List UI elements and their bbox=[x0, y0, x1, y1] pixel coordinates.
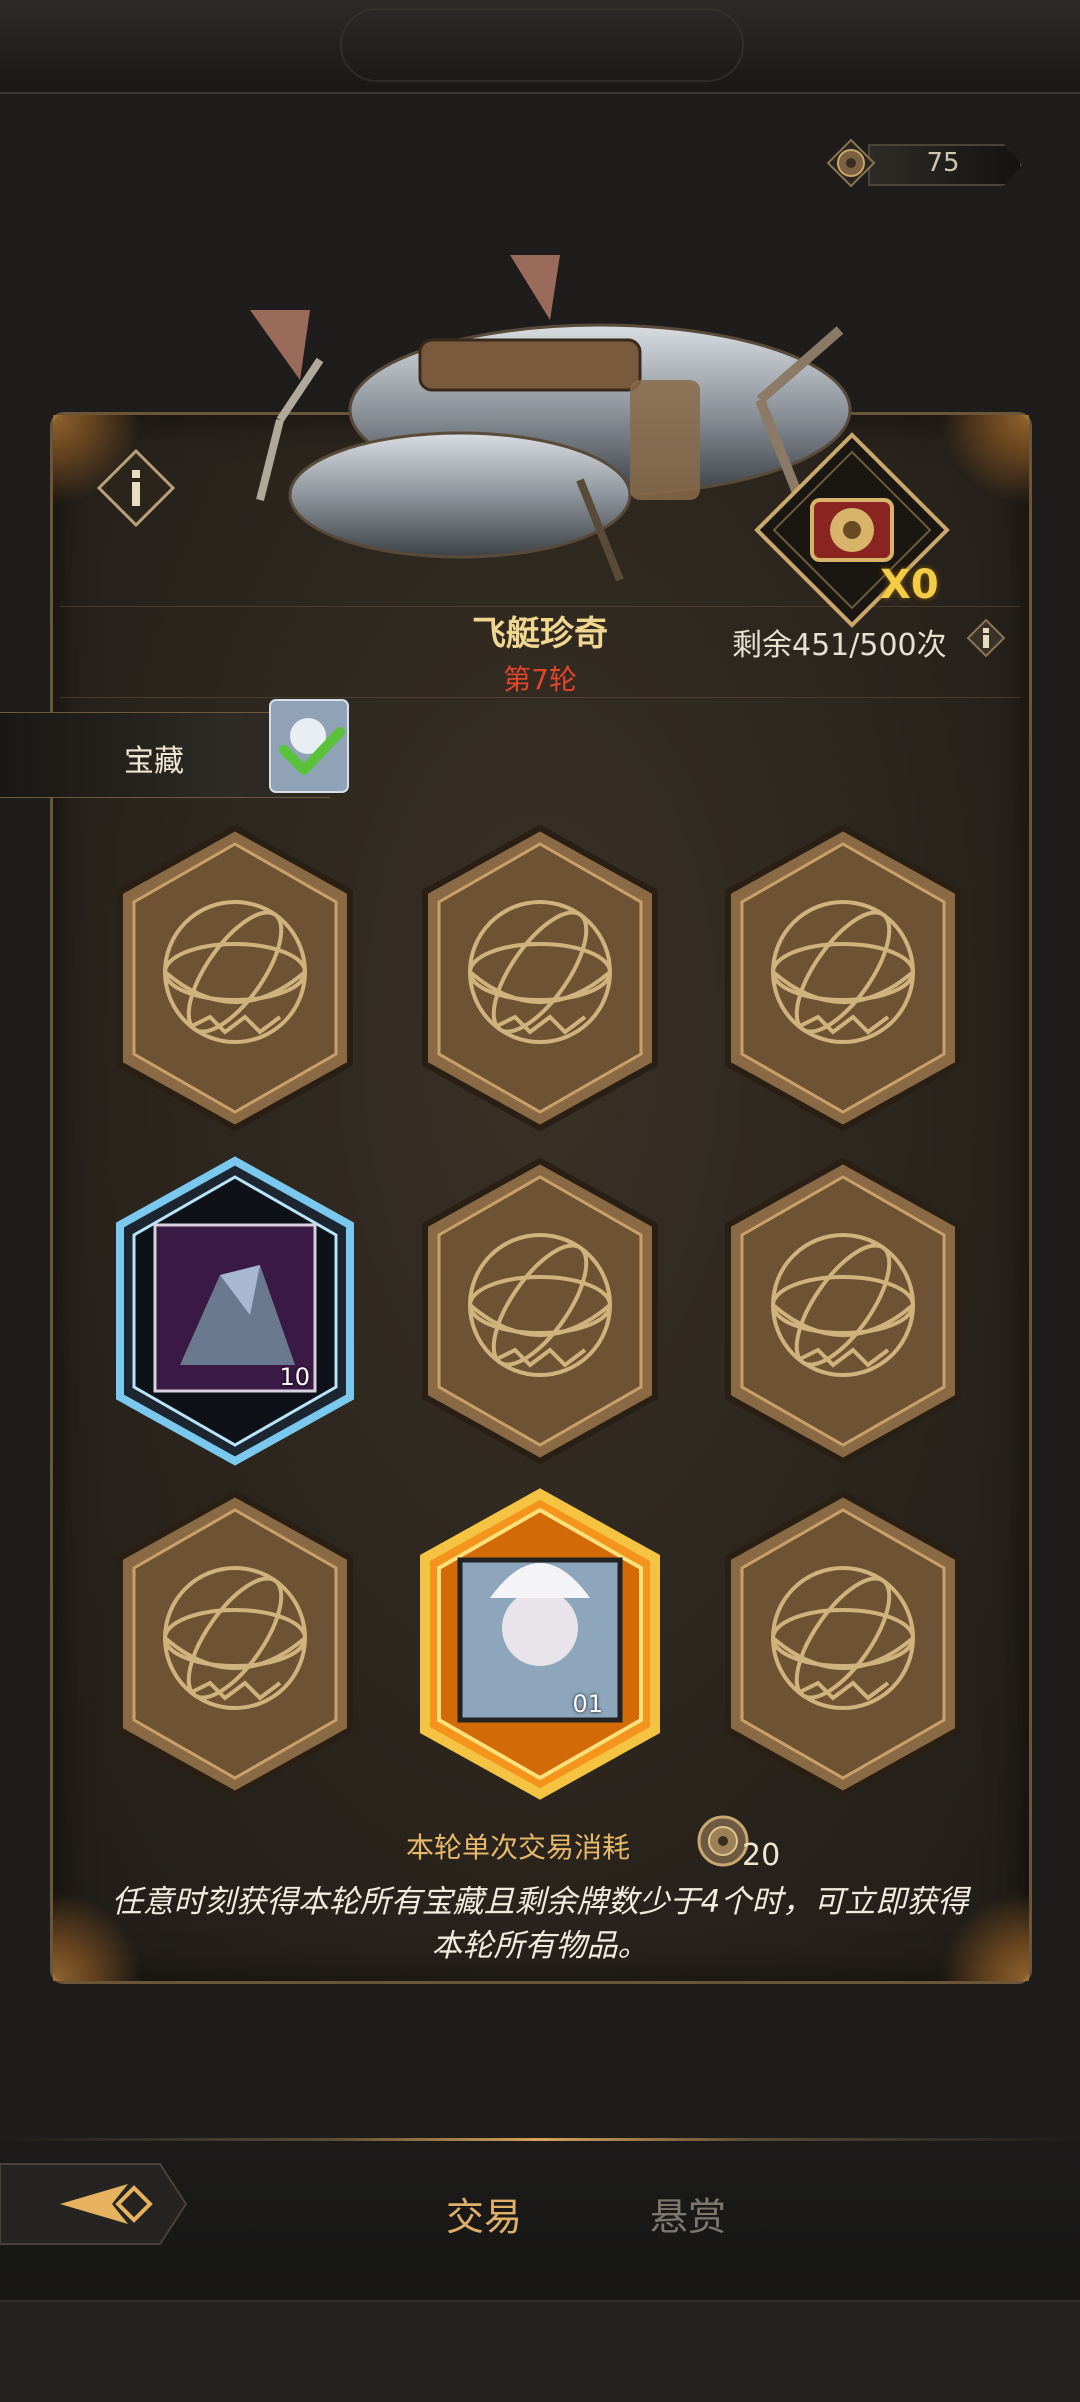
top-ornament bbox=[340, 8, 744, 82]
treasure-collected-icon bbox=[269, 699, 349, 793]
top-bar bbox=[0, 0, 1080, 94]
item-quantity: 01 bbox=[572, 1690, 603, 1718]
remaining-info-icon[interactable] bbox=[966, 618, 1006, 658]
nav-divider bbox=[0, 2138, 1080, 2141]
cost-value: 20 bbox=[742, 1838, 781, 1873]
nav-tab-trade[interactable]: 交易 bbox=[446, 2186, 522, 2241]
remaining-attempts: 剩余451/500次 bbox=[732, 628, 947, 663]
card-hidden[interactable] bbox=[415, 822, 665, 1134]
card-hidden[interactable] bbox=[718, 1488, 968, 1800]
card-hidden[interactable] bbox=[718, 1155, 968, 1467]
treasure-tab-label: 宝藏 bbox=[124, 744, 184, 779]
card-hidden[interactable] bbox=[110, 1488, 360, 1800]
card-revealed-treasure: 01 bbox=[415, 1488, 665, 1800]
card-hidden[interactable] bbox=[110, 822, 360, 1134]
info-icon[interactable] bbox=[96, 448, 176, 528]
back-button[interactable] bbox=[0, 2158, 190, 2250]
item-quantity: 10 bbox=[279, 1363, 310, 1391]
currency-display[interactable]: 75 bbox=[826, 138, 1026, 188]
rule-description: 任意时刻获得本轮所有宝藏且剩余牌数少于4个时，可立即获得本轮所有物品。 bbox=[111, 1884, 969, 1964]
round-label: 第7轮 bbox=[503, 663, 577, 696]
corner-ornament bbox=[939, 415, 1029, 505]
nav-tab-bounty[interactable]: 悬赏 bbox=[650, 2186, 726, 2241]
card-hidden[interactable] bbox=[415, 1155, 665, 1467]
card-revealed: 10 bbox=[110, 1155, 360, 1467]
bottom-strip bbox=[0, 2300, 1080, 2402]
currency-value: 75 bbox=[926, 148, 960, 178]
cost-label: 本轮单次交易消耗 bbox=[406, 1831, 631, 1864]
event-title: 飞艇珍奇 bbox=[472, 614, 608, 654]
chest-count: X0 bbox=[880, 562, 939, 608]
gear-coin-icon bbox=[826, 138, 876, 188]
card-hidden[interactable] bbox=[718, 822, 968, 1134]
